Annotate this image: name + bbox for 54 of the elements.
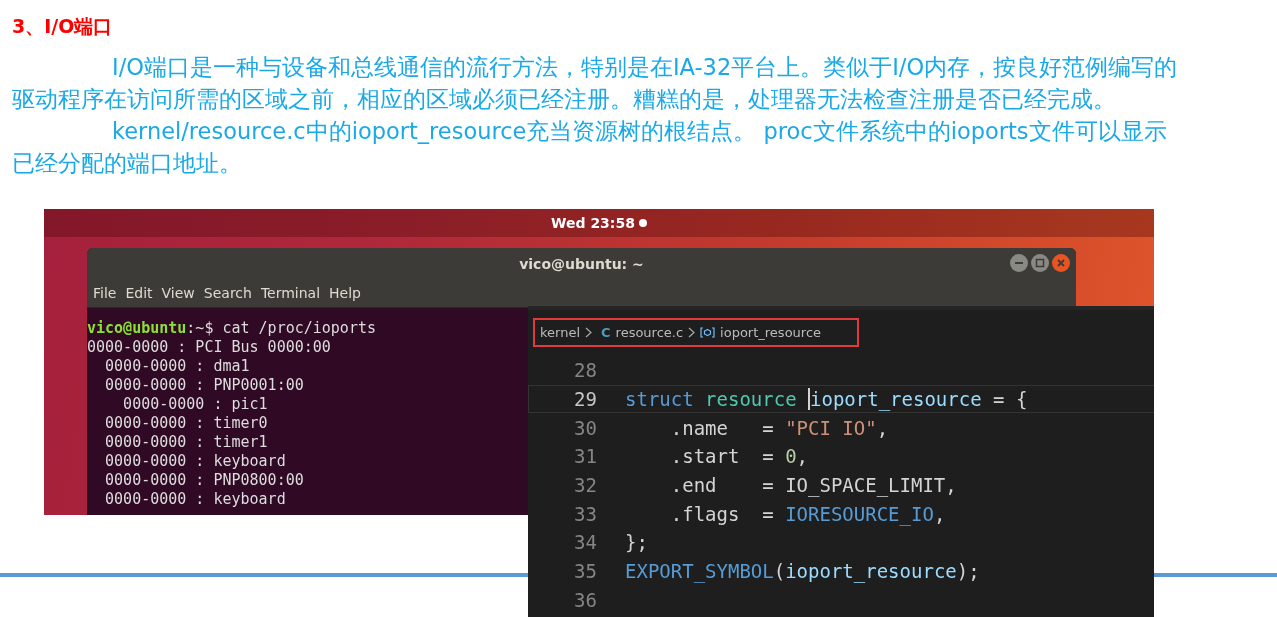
prompt-user: vico@ubuntu [87, 319, 187, 337]
command-text: :~$ cat /proc/ioports [186, 319, 376, 337]
terminal-output-line: 0000-0000 : pic1 [123, 395, 268, 413]
terminal-output-line: 0000-0000 : keyboard [105, 452, 286, 470]
code-token: .end = IO_SPACE_LIMIT, [669, 474, 957, 497]
menu-item[interactable]: Edit [125, 285, 153, 301]
clock-text: Wed 23:58 [551, 215, 635, 231]
code-token: "PCI IO" [785, 416, 877, 439]
code-token: , [933, 502, 946, 525]
terminal-output-line: 0000-0000 : PNP0800:00 [105, 471, 304, 489]
line-number: 28 [573, 359, 597, 382]
line-number: 34 [573, 531, 597, 554]
terminal-output-line: 0000-0000 : PCI Bus 0000:00 [87, 338, 331, 356]
c-file-icon: C [601, 324, 611, 340]
menu-item[interactable]: Help [329, 285, 361, 301]
paragraph: kernel/resource.c中的ioport_resource充当资源树的根结点。 proc文件系统中的ioports文件可以显示已经分配的端口地址。 [12, 117, 1168, 178]
code-token: ( [773, 560, 786, 583]
window-title: vico@ubuntu: ~ [519, 255, 644, 272]
line-number: 29 [573, 388, 597, 411]
code-token: IORESOURCE_IO [785, 502, 934, 525]
code-token: struct [625, 388, 695, 411]
line-number: 30 [573, 416, 597, 439]
code-token: }; [625, 531, 648, 554]
code-token: ); [956, 560, 980, 583]
menu-item[interactable]: File [93, 285, 117, 301]
code-token: = { [992, 388, 1028, 411]
breadcrumb-item[interactable]: kernel [540, 324, 581, 340]
terminal-output-line: 0000-0000 : timer0 [105, 414, 268, 432]
terminal-output-line: 0000-0000 : timer1 [105, 433, 268, 451]
code-token: EXPORT_SYMBOL [625, 560, 774, 583]
line-number: 36 [573, 588, 597, 611]
code-token: , [796, 445, 809, 468]
line-number: 31 [573, 445, 597, 468]
code-token: resource [705, 388, 798, 411]
breadcrumb-item[interactable]: ioport_resource [720, 324, 822, 340]
menu-item[interactable]: View [161, 285, 195, 301]
code-token: .name = [669, 416, 775, 439]
code-token: , [876, 416, 889, 439]
menu-item[interactable]: Terminal [260, 285, 321, 301]
line-number: 32 [573, 474, 597, 497]
code-token: 0 [785, 445, 797, 468]
code-token: ioport_resource [810, 388, 982, 411]
code-token: .start = [669, 445, 775, 468]
line-number: 33 [573, 502, 597, 525]
terminal-output-line: 0000-0000 : keyboard [105, 490, 286, 508]
breadcrumb-item[interactable]: resource.c [615, 324, 684, 340]
terminal-output-line: 0000-0000 : dma1 [105, 357, 250, 375]
menu-item[interactable]: Search [203, 285, 252, 301]
heading: 3、I/O端口 [11, 14, 114, 39]
line-number: 35 [573, 560, 597, 583]
code-token: .flags = [669, 502, 775, 525]
paragraph: I/O端口是一种与设备和总线通信的流行方法，特别是在IA-32平台上。类似于I/O内存，按良好范例编写的驱动程序在访问所需的区域之前，相应的区域必须已经注册。糟糕的是，处理器无法检查注册是否已经完成。 [12, 53, 1179, 114]
terminal-output-line: 0000-0000 : PNP0001:00 [105, 376, 304, 394]
code-token: ioport_resource [785, 560, 957, 583]
